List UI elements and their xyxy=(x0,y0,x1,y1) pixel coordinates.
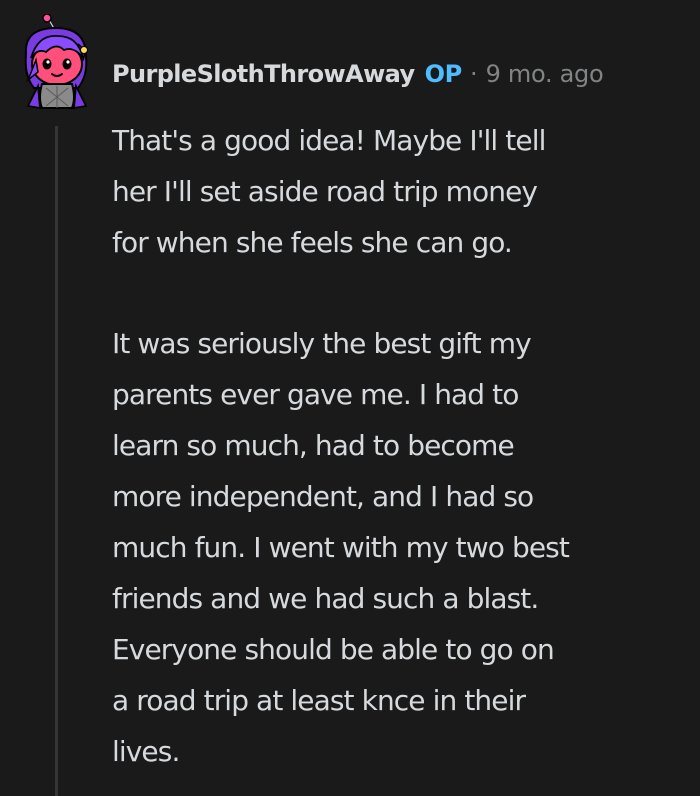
comment-body: That's a good idea! Maybe I'll tell her … xyxy=(112,115,687,777)
comment: PurpleSlothThrowAway OP · 9 mo. ago That… xyxy=(0,0,700,796)
comment-text-line: for when she feels she can go. xyxy=(112,226,513,259)
comment-text-line: more independent, and I had so xyxy=(112,480,534,513)
comment-text-line: It was seriously the best gift my xyxy=(112,327,532,360)
op-badge: OP xyxy=(424,60,463,88)
timestamp[interactable]: 9 mo. ago xyxy=(486,60,604,88)
meta-separator: · xyxy=(469,60,478,88)
comment-paragraph: That's a good idea! Maybe I'll tell her … xyxy=(112,115,687,268)
snoo-avatar-icon[interactable] xyxy=(16,13,98,110)
comment-text-line: lives. xyxy=(112,735,180,768)
comment-text-line: much fun. I went with my two best xyxy=(112,531,570,564)
comment-text-line: friends and we had such a blast. xyxy=(112,582,539,615)
comment-text-line: That's a good idea! Maybe I'll tell xyxy=(112,124,546,157)
comment-text-line: Everyone should be able to go on xyxy=(112,633,555,666)
thread-collapse-line[interactable] xyxy=(55,126,58,796)
comment-header: PurpleSlothThrowAway OP · 9 mo. ago xyxy=(112,56,604,92)
username-link[interactable]: PurpleSlothThrowAway xyxy=(112,60,415,88)
comment-text-line: a road trip at least knce in their xyxy=(112,684,526,717)
comment-text-line: learn so much, had to become xyxy=(112,429,515,462)
comment-text-line: parents ever gave me. I had to xyxy=(112,378,519,411)
comment-paragraph: It was seriously the best gift my parent… xyxy=(112,318,687,777)
comment-text-line: her I'll set aside road trip money xyxy=(112,175,538,208)
